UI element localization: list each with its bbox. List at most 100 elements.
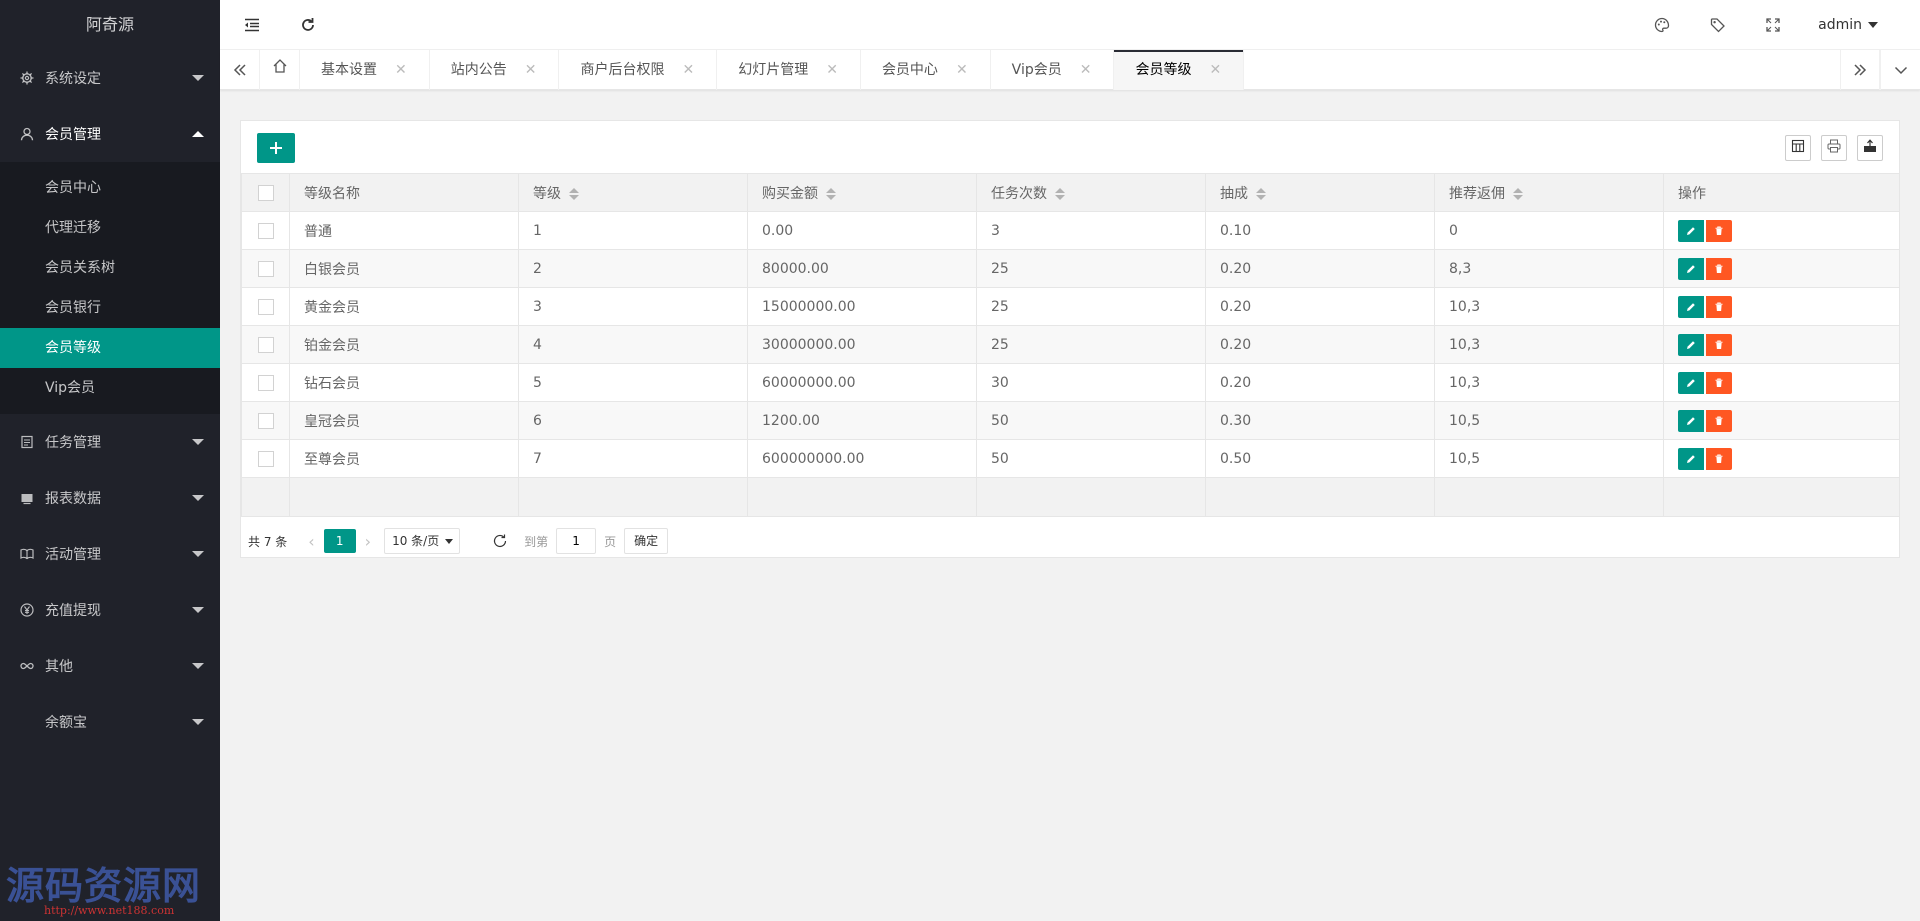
sub-item-member-level[interactable]: 会员等级 xyxy=(0,328,220,368)
pencil-icon xyxy=(1687,340,1695,349)
add-button[interactable] xyxy=(257,133,295,163)
edit-button[interactable] xyxy=(1678,371,1704,394)
edit-button[interactable] xyxy=(1678,409,1704,432)
column-header[interactable]: 购买金额 xyxy=(747,173,977,212)
table-body: 普通 1 0.00 3 0.10 0 白银会员 2 80000.00 25 0.20 8,3 黄金会员 3… xyxy=(241,211,1900,517)
row-select-cell xyxy=(241,287,290,326)
sub-item-member-center[interactable]: 会员中心 xyxy=(0,168,220,208)
page-number-current[interactable]: 1 xyxy=(323,529,356,553)
next-page-icon[interactable]: › xyxy=(365,532,371,551)
sub-item-member-bank[interactable]: 会员银行 xyxy=(0,288,220,328)
tabs-menu-chevron-down-icon[interactable] xyxy=(1880,50,1920,90)
tab-label: 会员中心 xyxy=(881,62,938,78)
sidebar: 阿奇源 系统设定 会员管理 会员中心 代理迁移 会员关系树 会员银行 会员等级 … xyxy=(0,0,220,921)
goto-page-input[interactable] xyxy=(556,528,597,554)
tab-home[interactable] xyxy=(260,50,300,90)
nav-group-system[interactable]: 系统设定 xyxy=(0,50,220,106)
nav-group-yuebao[interactable]: 余额宝 xyxy=(0,694,220,750)
nav-group-label: 报表数据 xyxy=(45,491,101,507)
close-icon[interactable]: ✕ xyxy=(956,50,968,90)
delete-button[interactable] xyxy=(1706,447,1732,470)
row-checkbox[interactable] xyxy=(257,450,274,467)
referral-rebate-cell: 10,5 xyxy=(1434,401,1664,440)
edit-button[interactable] xyxy=(1678,447,1704,470)
nav-group-recharge[interactable]: 充值提现 xyxy=(0,582,220,638)
sub-item-agent-migrate[interactable]: 代理迁移 xyxy=(0,208,220,248)
tab-member-level[interactable]: 会员等级 ✕ xyxy=(1114,50,1245,90)
sort-icon[interactable] xyxy=(1513,187,1523,200)
theme-icon[interactable] xyxy=(1652,15,1672,35)
close-icon[interactable]: ✕ xyxy=(826,50,838,90)
delete-button[interactable] xyxy=(1706,295,1732,318)
goto-confirm-button[interactable]: 确定 xyxy=(624,528,669,554)
tab-vip[interactable]: Vip会员 ✕ xyxy=(991,50,1115,90)
member-level-table: 等级名称 等级 购买金额 任务次数 抽成 推荐返佣 操作 普通 1 0.00 3 0.1… xyxy=(241,173,1900,517)
tab-slides[interactable]: 幻灯片管理 ✕ xyxy=(717,50,861,90)
delete-button[interactable] xyxy=(1706,219,1732,242)
close-icon[interactable]: ✕ xyxy=(1080,50,1092,90)
nav-group-other[interactable]: 其他 xyxy=(0,638,220,694)
pencil-icon xyxy=(1687,454,1695,463)
page-size-select[interactable]: 10 条/页 xyxy=(384,528,461,554)
column-header[interactable]: 等级 xyxy=(518,173,748,212)
delete-button[interactable] xyxy=(1706,409,1732,432)
column-label: 等级名称 xyxy=(304,185,360,202)
tabs: 基本设置 ✕ 站内公告 ✕ 商户后台权限 ✕ 幻灯片管理 ✕ 会员中心 ✕ Vip会员 ✕ … xyxy=(260,50,1245,90)
select-all-checkbox[interactable] xyxy=(257,184,274,201)
level-cell: 1 xyxy=(518,211,748,250)
export-button[interactable] xyxy=(1857,135,1883,161)
user-menu[interactable]: admin xyxy=(1818,0,1878,50)
edit-button[interactable] xyxy=(1678,333,1704,356)
row-checkbox[interactable] xyxy=(257,336,274,353)
nav-group-task[interactable]: 任务管理 xyxy=(0,414,220,470)
print-button[interactable] xyxy=(1821,135,1847,161)
row-checkbox[interactable] xyxy=(257,222,274,239)
filler-cell xyxy=(518,477,748,517)
edit-button[interactable] xyxy=(1678,219,1704,242)
tabs-scroll-left-icon[interactable] xyxy=(220,50,260,90)
trash-icon xyxy=(1715,264,1723,273)
prev-page-icon[interactable]: ‹ xyxy=(308,532,314,551)
tabs-scroll-right-icon[interactable] xyxy=(1840,50,1880,90)
close-icon[interactable]: ✕ xyxy=(682,50,694,90)
nav-group-report[interactable]: 报表数据 xyxy=(0,470,220,526)
pager-refresh-icon[interactable] xyxy=(490,531,510,551)
refresh-icon[interactable] xyxy=(298,15,318,35)
column-header[interactable]: 推荐返佣 xyxy=(1434,173,1664,212)
columns-filter-button[interactable] xyxy=(1785,135,1811,161)
sort-icon[interactable] xyxy=(826,187,836,200)
sort-icon[interactable] xyxy=(1256,187,1266,200)
sort-icon[interactable] xyxy=(569,187,579,200)
sort-icon[interactable] xyxy=(1055,187,1065,200)
tab-notices[interactable]: 站内公告 ✕ xyxy=(430,50,560,90)
nav-group-member[interactable]: 会员管理 xyxy=(0,106,220,162)
task-count-cell: 25 xyxy=(976,287,1206,326)
tab-merchant-permissions[interactable]: 商户后台权限 ✕ xyxy=(559,50,718,90)
edit-button[interactable] xyxy=(1678,257,1704,280)
column-header[interactable]: 任务次数 xyxy=(976,173,1206,212)
tag-icon[interactable] xyxy=(1708,15,1728,35)
plus-icon xyxy=(269,136,283,161)
edit-button[interactable] xyxy=(1678,295,1704,318)
sub-item-relation-tree[interactable]: 会员关系树 xyxy=(0,248,220,288)
tab-member-center[interactable]: 会员中心 ✕ xyxy=(861,50,991,90)
delete-button[interactable] xyxy=(1706,333,1732,356)
sub-item-vip[interactable]: Vip会员 xyxy=(0,368,220,408)
close-icon[interactable]: ✕ xyxy=(1209,50,1221,90)
infinity-icon xyxy=(20,659,34,673)
fullscreen-icon[interactable] xyxy=(1763,15,1783,35)
close-icon[interactable]: ✕ xyxy=(395,50,407,90)
close-icon[interactable]: ✕ xyxy=(525,50,537,90)
tab-basic-settings[interactable]: 基本设置 ✕ xyxy=(300,50,430,90)
column-header[interactable]: 抽成 xyxy=(1205,173,1435,212)
row-checkbox[interactable] xyxy=(257,298,274,315)
delete-button[interactable] xyxy=(1706,371,1732,394)
row-checkbox[interactable] xyxy=(257,260,274,277)
column-label: 操作 xyxy=(1678,185,1706,202)
delete-button[interactable] xyxy=(1706,257,1732,280)
indent-icon[interactable] xyxy=(242,15,262,35)
row-checkbox[interactable] xyxy=(257,412,274,429)
level-name-cell: 普通 xyxy=(289,211,519,250)
nav-group-activity[interactable]: 活动管理 xyxy=(0,526,220,582)
row-checkbox[interactable] xyxy=(257,374,274,391)
